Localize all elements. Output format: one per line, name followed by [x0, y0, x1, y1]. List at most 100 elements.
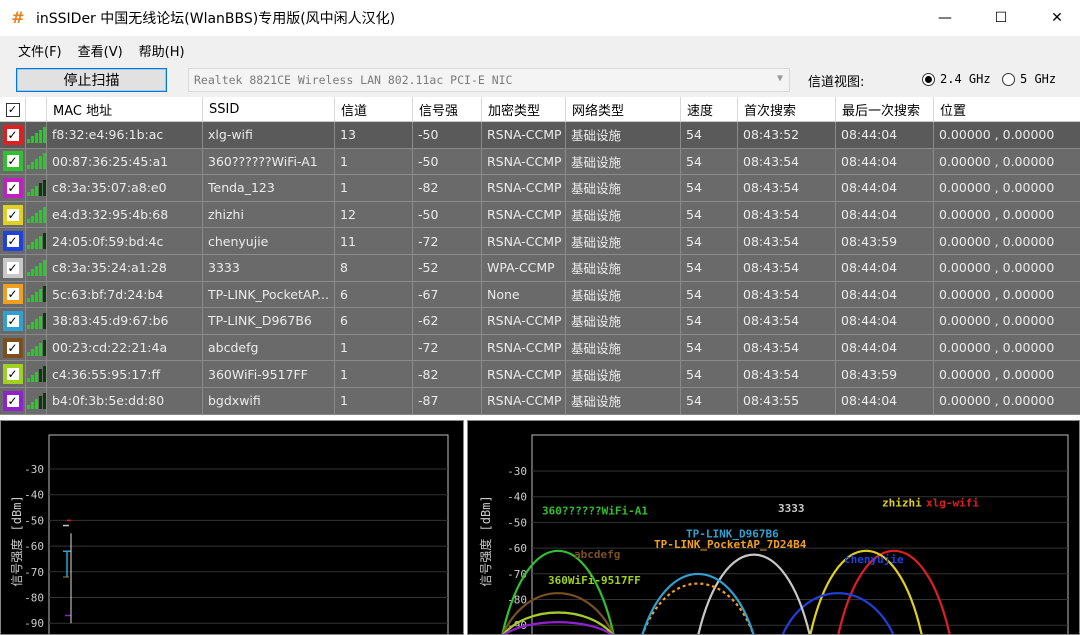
cell-security: RSNA-CCMP [482, 387, 566, 414]
row-check[interactable]: ✓ [0, 122, 26, 148]
row-check[interactable]: ✓ [0, 228, 26, 254]
signal-bars-icon [26, 392, 46, 409]
header-last-seen[interactable]: 最后一次搜索 [836, 97, 934, 122]
row-check[interactable]: ✓ [0, 254, 26, 281]
cell-rssi: -62 [413, 308, 482, 334]
y-tick-label: -60 [24, 540, 44, 553]
y-tick-label: -30 [24, 463, 44, 476]
cell-ssid: 360??????WiFi-A1 [203, 148, 335, 175]
cell-mac: 24:05:0f:59:bd:4c [47, 228, 203, 254]
header-rssi[interactable]: 信号强 [413, 97, 482, 122]
header-channel[interactable]: 信道 [335, 97, 413, 122]
label-a1: 360??????WiFi-A1 [542, 504, 648, 517]
cell-rssi: -52 [413, 254, 482, 281]
label-abcdefg: abcdefg [574, 548, 620, 561]
row-check[interactable]: ✓ [0, 148, 26, 175]
cell-rssi: -72 [413, 228, 482, 254]
cell-first-seen: 08:43:54 [738, 254, 836, 281]
cell-net-type: 基础设施 [566, 148, 681, 175]
cell-last-seen: 08:44:04 [836, 122, 934, 148]
cell-channel: 1 [335, 361, 413, 387]
cell-channel: 1 [335, 148, 413, 175]
signal-bars-icon [26, 286, 46, 303]
header-ssid[interactable]: SSID [203, 97, 335, 122]
cell-location: 0.00000 , 0.00000 [939, 127, 1055, 143]
table-row[interactable]: ✓ 00:87:36:25:45:a1 360??????WiFi-A1 1 -50 RS… [0, 148, 1080, 176]
checkbox-icon: ✓ [4, 392, 21, 409]
cell-last-seen: 08:44:04 [836, 387, 934, 414]
cell-security: RSNA-CCMP [482, 308, 566, 334]
cell-location: 0.00000 , 0.00000 [939, 153, 1055, 169]
header-first-seen[interactable]: 首次搜索 [738, 97, 836, 122]
nic-select[interactable]: Realtek 8821CE Wireless LAN 802.11ac PCI… [188, 68, 790, 92]
cell-last-seen: 08:43:59 [836, 361, 934, 387]
header-speed[interactable]: 速度 [681, 97, 738, 122]
cell-location: 0.00000 , 0.00000 [939, 366, 1055, 382]
cell-mac: 38:83:45:d9:67:b6 [47, 308, 203, 334]
cell-security: RSNA-CCMP [482, 201, 566, 228]
cell-first-seen: 08:43:52 [738, 122, 836, 148]
table-row[interactable]: ✓ b4:0f:3b:5e:dd:80 bgdxwifi 1 -87 RSNA-CCMP 基… [0, 387, 1080, 415]
band-24-radio[interactable] [922, 73, 935, 86]
cell-channel: 6 [335, 308, 413, 334]
minimize-button[interactable]: — [922, 0, 968, 36]
menu-file[interactable]: 文件(F) [10, 41, 70, 60]
table-row[interactable]: ✓ c4:36:55:95:17:ff 360WiFi-9517FF 1 -82 RSNA… [0, 361, 1080, 388]
close-button[interactable]: ✕ [1034, 0, 1080, 36]
header-check[interactable]: ✓ [0, 97, 26, 122]
row-check[interactable]: ✓ [0, 334, 26, 361]
cell-channel: 6 [335, 281, 413, 308]
row-check[interactable]: ✓ [0, 201, 26, 228]
label-xlg: xlg-wifi [926, 497, 979, 510]
cell-speed: 54 [681, 228, 738, 254]
header-security[interactable]: 加密类型 [482, 97, 566, 122]
cell-ssid: TP-LINK_PocketAP... [203, 281, 335, 308]
cell-channel: 11 [335, 228, 413, 254]
table-row[interactable]: ✓ c8:3a:35:07:a8:e0 Tenda_123 1 -82 RSNA-CCMP… [0, 175, 1080, 202]
row-check[interactable]: ✓ [0, 281, 26, 308]
cell-security: RSNA-CCMP [482, 334, 566, 361]
signal-bars-icon [26, 259, 46, 276]
cell-mac: 00:23:cd:22:21:4a [47, 334, 203, 361]
table-row[interactable]: ✓ 38:83:45:d9:67:b6 TP-LINK_D967B6 6 -62 RSNA… [0, 308, 1080, 335]
cell-ssid: 3333 [203, 254, 335, 281]
cell-rssi: -82 [413, 175, 482, 201]
header-location[interactable]: 位置 [934, 97, 1080, 122]
app-icon: # [11, 8, 25, 27]
channel-view-label: 信道视图: [808, 75, 865, 90]
table-row[interactable]: ✓ 24:05:0f:59:bd:4c chenyujie 11 -72 RSNA-CCM… [0, 228, 1080, 255]
signal-bars-icon [26, 206, 46, 223]
menu-help[interactable]: 帮助(H) [131, 41, 193, 60]
table-row[interactable]: ✓ 5c:63:bf:7d:24:b4 TP-LINK_PocketAP... 6 -6… [0, 281, 1080, 309]
table-row[interactable]: ✓ 00:23:cd:22:21:4a abcdefg 1 -72 RSNA-CCMP 基础… [0, 334, 1080, 362]
row-check[interactable]: ✓ [0, 361, 26, 387]
cell-security: RSNA-CCMP [482, 148, 566, 175]
table-row[interactable]: ✓ f8:32:e4:96:1b:ac xlg-wifi 13 -50 RSNA-CCMP… [0, 122, 1080, 149]
row-check[interactable]: ✓ [0, 308, 26, 334]
label-zhizhi: zhizhi [882, 497, 922, 510]
graphs-area: -30 -40 -50 -60 -70 -80 -90 信号强度 [dBm] -30 -40 -5… [0, 415, 1080, 635]
cell-channel: 1 [335, 387, 413, 414]
table-row[interactable]: ✓ c8:3a:35:24:a1:28 3333 8 -52 WPA-CCMP 基础设施 54… [0, 254, 1080, 282]
cell-rssi: -50 [413, 148, 482, 175]
signal-cell [26, 334, 47, 361]
table-row[interactable]: ✓ e4:d3:32:95:4b:68 zhizhi 12 -50 RSNA-CCMP 基础… [0, 201, 1080, 229]
stop-scan-button[interactable]: 停止扫描 [16, 68, 167, 92]
y-tick-label: -90 [24, 617, 44, 630]
row-check[interactable]: ✓ [0, 175, 26, 201]
checkbox-icon: ✓ [4, 179, 21, 196]
signal-bars-icon [26, 126, 46, 143]
band-5-radio[interactable] [1002, 73, 1015, 86]
cell-first-seen: 08:43:54 [738, 334, 836, 361]
maximize-button[interactable]: ☐ [978, 0, 1024, 36]
row-check[interactable]: ✓ [0, 387, 26, 414]
signal-cell [26, 254, 47, 281]
header-net-type[interactable]: 网络类型 [566, 97, 681, 122]
cell-mac: c4:36:55:95:17:ff [47, 361, 203, 387]
menu-view[interactable]: 查看(V) [70, 41, 131, 60]
y-tick-label: -60 [507, 542, 527, 555]
cell-location: 0.00000 , 0.00000 [939, 233, 1055, 249]
header-mac[interactable]: MAC 地址 [47, 97, 203, 122]
checkbox-icon: ✓ [4, 259, 21, 276]
cell-net-type: 基础设施 [566, 254, 681, 281]
